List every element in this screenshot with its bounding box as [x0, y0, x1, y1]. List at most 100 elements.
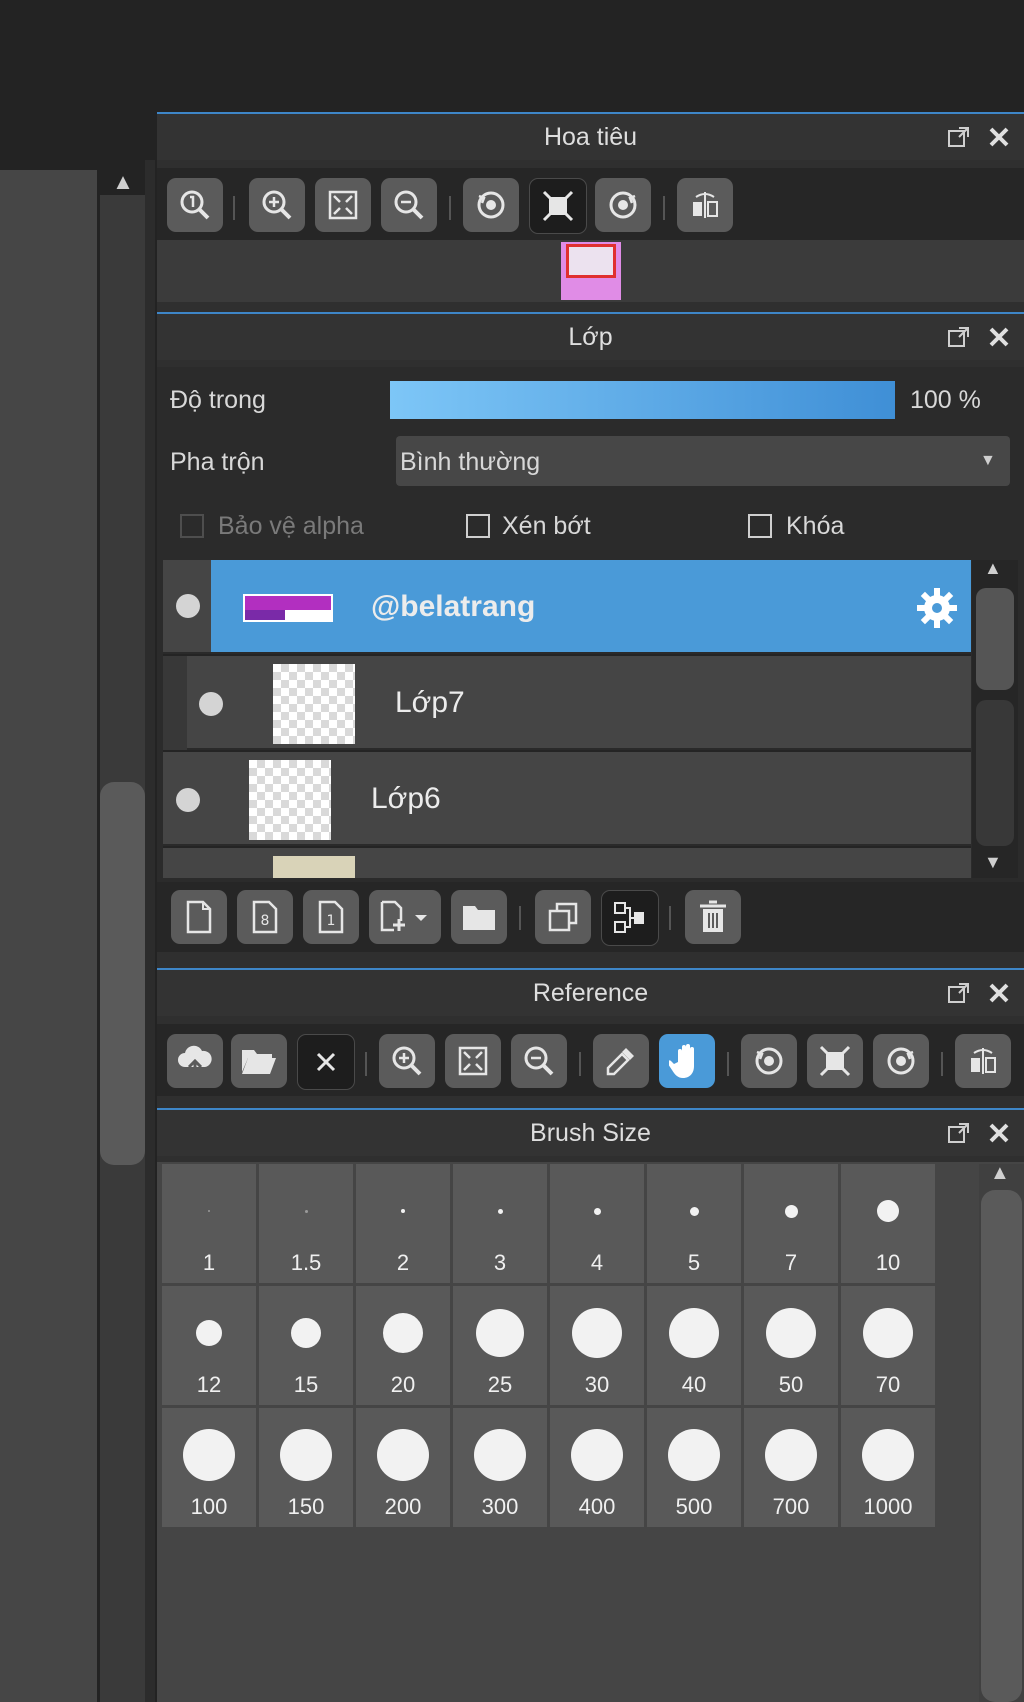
- undock-icon[interactable]: [944, 122, 974, 152]
- brush-dot-icon: [476, 1309, 524, 1357]
- flip-horizontal-icon: [693, 192, 718, 218]
- visibility-icon[interactable]: [199, 692, 223, 716]
- rotate-right-button[interactable]: [873, 1034, 929, 1088]
- undock-icon[interactable]: [944, 978, 974, 1008]
- navigator-view-frame[interactable]: [566, 244, 616, 278]
- layer-scrollbar-track[interactable]: [976, 700, 1014, 846]
- zoom-out-button[interactable]: [381, 178, 437, 232]
- close-reference-button[interactable]: [297, 1034, 355, 1090]
- layer-row[interactable]: Lớp7: [163, 656, 971, 750]
- add-layer-menu-button[interactable]: [369, 890, 441, 944]
- brush-dot-icon: [668, 1429, 720, 1481]
- brush-size-cell[interactable]: 12: [162, 1286, 256, 1405]
- brush-size-cell[interactable]: 1000: [841, 1408, 935, 1527]
- brush-size-cell[interactable]: 400: [550, 1408, 644, 1527]
- undock-icon[interactable]: [944, 322, 974, 352]
- canvas-scrollbar-thumb[interactable]: [100, 782, 145, 1165]
- brush-size-label: 12: [196, 1372, 222, 1397]
- zoom-out-button[interactable]: [511, 1034, 567, 1088]
- scroll-up-arrow-icon[interactable]: ▲: [108, 168, 138, 196]
- layer-scrollbar-thumb[interactable]: [976, 588, 1014, 690]
- delete-layer-button[interactable]: [685, 890, 741, 944]
- undock-icon[interactable]: [944, 1118, 974, 1148]
- fit-screen-button[interactable]: [445, 1034, 501, 1088]
- brush-size-cell[interactable]: 4: [550, 1164, 644, 1283]
- fit-screen-button[interactable]: [315, 178, 371, 232]
- brush-size-cell[interactable]: 2: [356, 1164, 450, 1283]
- brush-size-cell[interactable]: 70: [841, 1286, 935, 1405]
- brush-size-cell[interactable]: 200: [356, 1408, 450, 1527]
- brush-size-cell[interactable]: 30: [550, 1286, 644, 1405]
- brush-size-label: 300: [481, 1494, 519, 1519]
- flip-horizontal-button[interactable]: [677, 178, 733, 232]
- layer-panel-header: Lớp: [157, 312, 1024, 360]
- brush-size-cell[interactable]: 3: [453, 1164, 547, 1283]
- panel-divider[interactable]: [145, 160, 155, 1702]
- reset-rotation-button[interactable]: [529, 178, 587, 234]
- eyedropper-button[interactable]: [593, 1034, 649, 1088]
- scroll-up-arrow-icon[interactable]: ▲: [990, 1162, 1010, 1185]
- scroll-up-arrow-icon[interactable]: ▲: [984, 558, 1002, 579]
- chevron-down-icon[interactable]: ▼: [980, 452, 996, 470]
- brush-size-cell[interactable]: 5: [647, 1164, 741, 1283]
- brush-size-cell[interactable]: 40: [647, 1286, 741, 1405]
- rotate-left-button[interactable]: [741, 1034, 797, 1088]
- opacity-slider[interactable]: [390, 381, 895, 419]
- cloud-open-button[interactable]: [167, 1034, 223, 1088]
- brush-scrollbar-thumb[interactable]: [981, 1190, 1022, 1702]
- lock-checkbox[interactable]: [748, 514, 772, 538]
- close-icon[interactable]: [984, 1118, 1014, 1148]
- brush-size-cell[interactable]: 700: [744, 1408, 838, 1527]
- new-1bit-layer-button[interactable]: 1: [303, 890, 359, 944]
- brush-size-cell[interactable]: 7: [744, 1164, 838, 1283]
- zoom-in-button[interactable]: [379, 1034, 435, 1088]
- zoom-actual-button[interactable]: [167, 178, 223, 232]
- layer-row[interactable]: @belatrang: [163, 560, 971, 654]
- brush-size-cell[interactable]: 25: [453, 1286, 547, 1405]
- flip-horizontal-icon: [971, 1048, 996, 1074]
- brush-size-cell[interactable]: 20: [356, 1286, 450, 1405]
- opacity-value: 100 %: [910, 386, 981, 414]
- blend-mode-select[interactable]: Bình thường: [396, 436, 1010, 486]
- brush-size-cell[interactable]: 300: [453, 1408, 547, 1527]
- close-icon[interactable]: [984, 978, 1014, 1008]
- brush-dot-icon: [669, 1308, 719, 1358]
- reset-rotation-button[interactable]: [807, 1034, 863, 1088]
- brush-size-label: 20: [390, 1372, 416, 1397]
- scroll-down-arrow-icon[interactable]: ▼: [984, 852, 1002, 873]
- gear-icon[interactable]: [915, 586, 959, 630]
- brush-size-cell[interactable]: 15: [259, 1286, 353, 1405]
- hand-tool-button[interactable]: [659, 1034, 715, 1088]
- new-folder-button[interactable]: [451, 890, 507, 944]
- duplicate-layer-button[interactable]: [535, 890, 591, 944]
- close-icon[interactable]: [984, 122, 1014, 152]
- layer-panel-title: Lớp: [568, 323, 613, 351]
- brush-size-cell[interactable]: 150: [259, 1408, 353, 1527]
- clipping-checkbox[interactable]: [466, 514, 490, 538]
- layer-row[interactable]: [163, 848, 971, 878]
- new-layer-button[interactable]: [171, 890, 227, 944]
- rotate-left-button[interactable]: [463, 178, 519, 232]
- cloud-upload-icon: [178, 1045, 212, 1077]
- visibility-icon[interactable]: [176, 594, 200, 618]
- merge-down-icon: [614, 902, 644, 933]
- brush-size-cell[interactable]: 50: [744, 1286, 838, 1405]
- rotate-right-button[interactable]: [595, 178, 651, 232]
- brush-size-cell[interactable]: 10: [841, 1164, 935, 1283]
- brush-size-cell[interactable]: 1.5: [259, 1164, 353, 1283]
- open-file-button[interactable]: [231, 1034, 287, 1088]
- protect-alpha-checkbox[interactable]: [180, 514, 204, 538]
- reference-panel-title: Reference: [532, 979, 649, 1007]
- merge-layer-button[interactable]: [601, 890, 659, 946]
- brush-size-label: 2: [396, 1250, 410, 1275]
- brush-size-cell[interactable]: 1: [162, 1164, 256, 1283]
- layer-row[interactable]: Lớp6: [163, 752, 971, 846]
- visibility-icon[interactable]: [176, 788, 200, 812]
- brush-size-cell[interactable]: 100: [162, 1408, 256, 1527]
- close-icon[interactable]: [984, 322, 1014, 352]
- flip-horizontal-button[interactable]: [955, 1034, 1011, 1088]
- canvas-area[interactable]: [0, 170, 97, 1702]
- new-8bit-layer-button[interactable]: 8: [237, 890, 293, 944]
- brush-size-cell[interactable]: 500: [647, 1408, 741, 1527]
- zoom-in-button[interactable]: [249, 178, 305, 232]
